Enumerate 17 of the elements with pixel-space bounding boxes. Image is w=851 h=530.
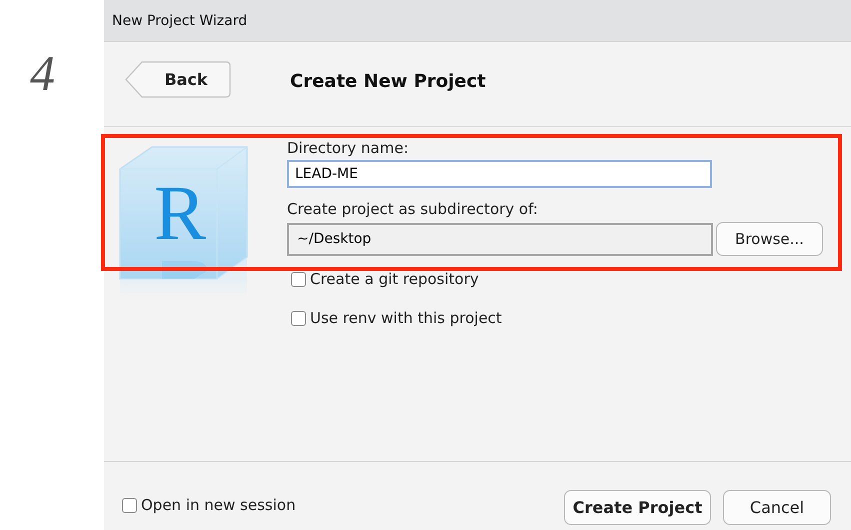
dialog-heading: Create New Project	[290, 71, 486, 92]
checkbox-label[interactable]: Create a git repository	[310, 270, 479, 288]
checkbox-label[interactable]: Open in new session	[141, 496, 296, 514]
step-number: 4	[30, 48, 55, 98]
checkbox[interactable]	[122, 498, 137, 512]
create-project-button[interactable]: Create Project	[564, 490, 711, 524]
window-title: New Project Wizard	[112, 12, 248, 28]
directory-path-field[interactable]: ~/Desktop	[287, 222, 713, 256]
cancel-button[interactable]: Cancel	[723, 490, 831, 524]
back-button[interactable]: Back	[125, 61, 231, 98]
browse-button[interactable]: Browse...	[716, 222, 823, 256]
checkbox[interactable]	[291, 310, 306, 326]
checkbox-label[interactable]: Use renv with this project	[310, 309, 502, 327]
field-label: Directory name:	[287, 139, 410, 157]
checkbox[interactable]	[291, 272, 306, 286]
field-label: Create project as subdirectory of:	[287, 200, 539, 218]
directory-name-field[interactable]: LEAD-ME	[287, 160, 712, 188]
